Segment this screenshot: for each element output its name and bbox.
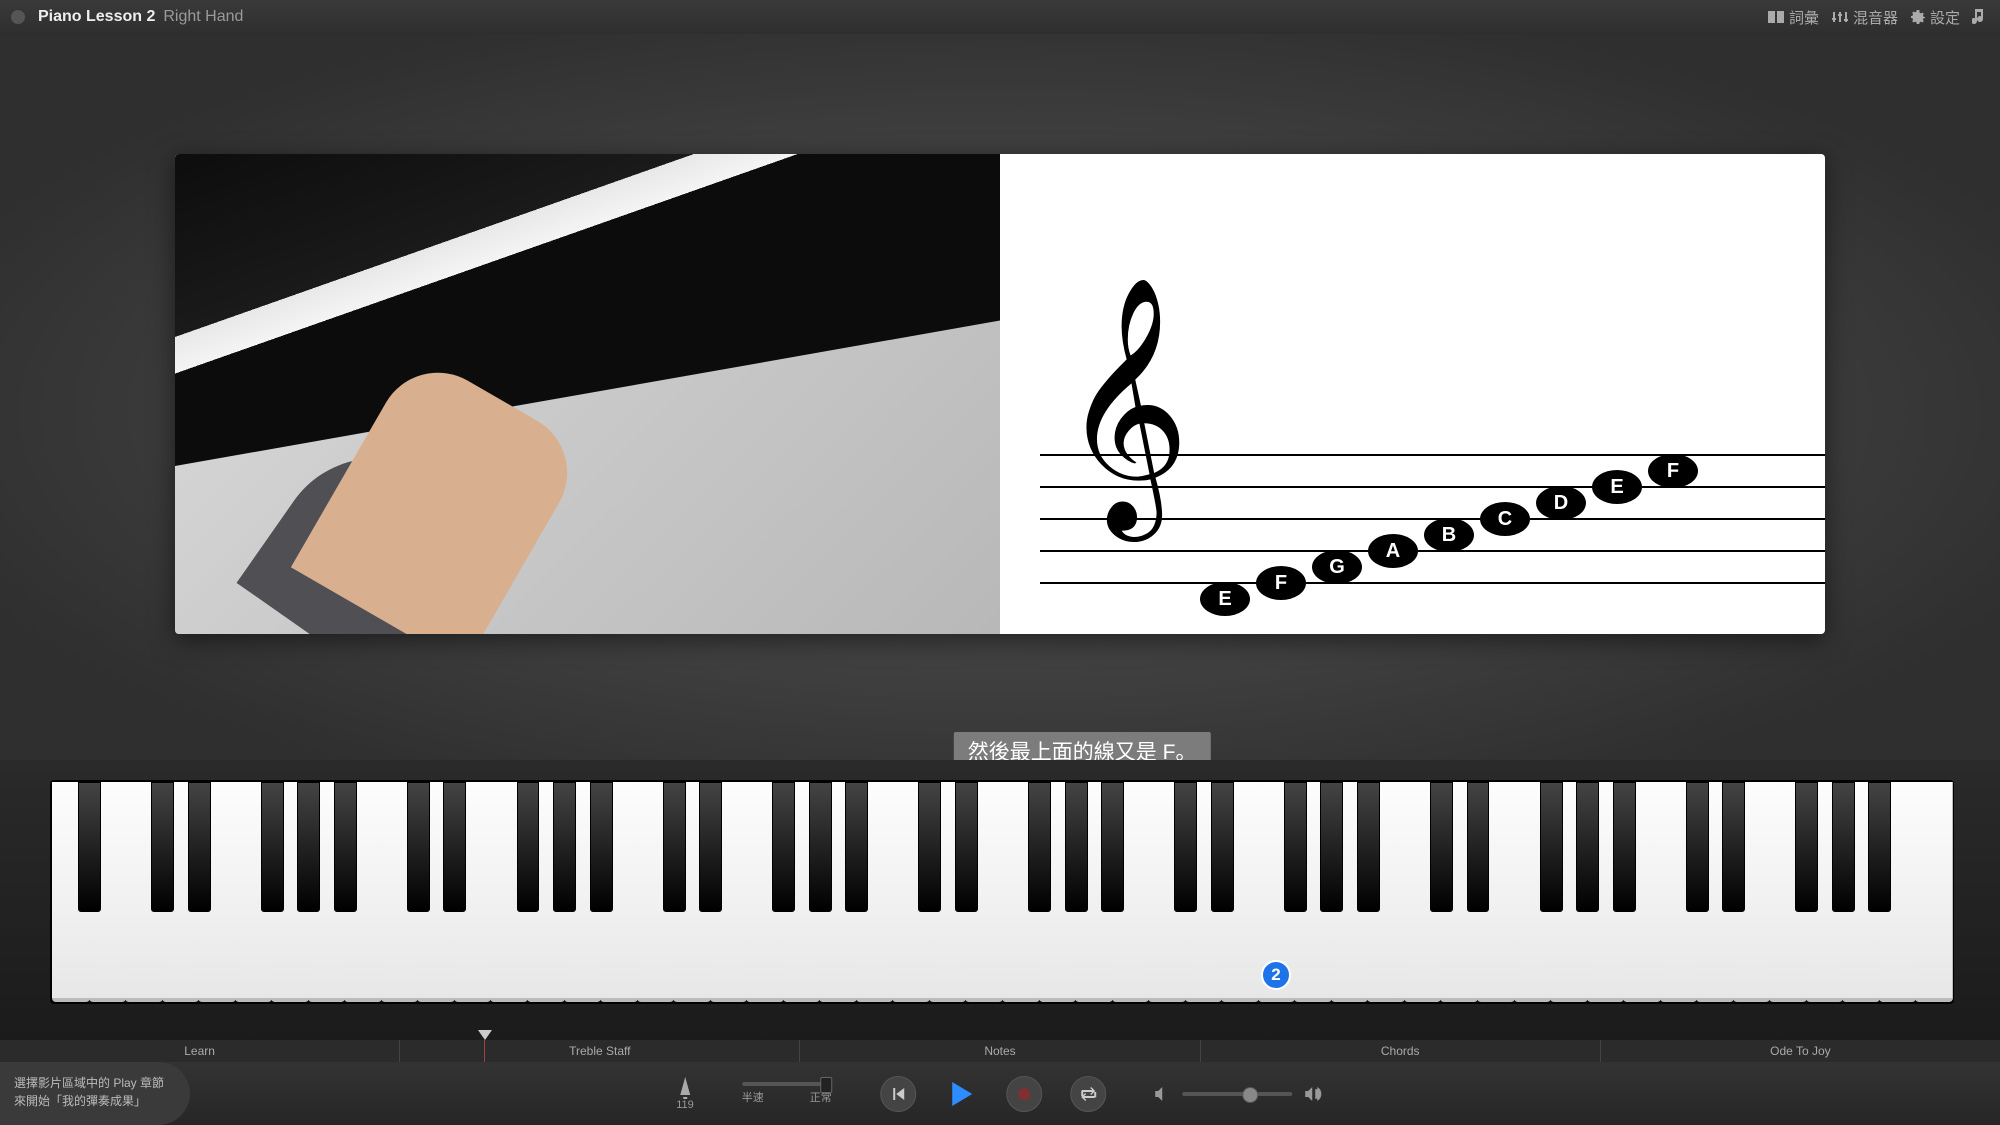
staff-note: G xyxy=(1312,550,1362,584)
book-icon xyxy=(1767,10,1785,24)
transport-controls: 119 半速 正常 xyxy=(676,1076,1324,1112)
black-key[interactable] xyxy=(809,782,832,912)
chapter-segment[interactable]: Notes xyxy=(800,1040,1200,1062)
black-key[interactable] xyxy=(151,782,174,912)
black-key[interactable] xyxy=(1576,782,1599,912)
black-key[interactable] xyxy=(955,782,978,912)
chapter-segment[interactable]: Learn xyxy=(0,1040,400,1062)
settings-label: 設定 xyxy=(1930,7,1960,28)
metronome-button[interactable]: 119 xyxy=(676,1077,694,1111)
tempo-slider[interactable] xyxy=(742,1082,832,1086)
hint-line-2: 來開始「我的彈奏成果」 xyxy=(14,1092,176,1110)
staff-note: F xyxy=(1648,454,1698,488)
black-key[interactable] xyxy=(1868,782,1891,912)
volume-low-icon xyxy=(1154,1087,1170,1101)
mixer-label: 混音器 xyxy=(1853,7,1898,28)
transport-bar: 選擇影片區域中的 Play 章節 來開始「我的彈奏成果」 119 半速 正常 xyxy=(0,1062,2000,1125)
mixer-button[interactable]: 混音器 xyxy=(1831,7,1898,28)
black-key[interactable] xyxy=(1211,782,1234,912)
volume-slider[interactable] xyxy=(1182,1092,1292,1096)
volume-control[interactable] xyxy=(1154,1087,1324,1101)
black-key[interactable] xyxy=(590,782,613,912)
black-key[interactable] xyxy=(1540,782,1563,912)
black-key[interactable] xyxy=(1613,782,1636,912)
finger-number-badge: 2 xyxy=(1261,960,1291,990)
glossary-label: 詞彙 xyxy=(1789,7,1819,28)
black-key[interactable] xyxy=(1686,782,1709,912)
chapter-timeline[interactable]: LearnTreble StaffNotesChordsOde To Joy xyxy=(0,1040,2000,1062)
black-key[interactable] xyxy=(1320,782,1343,912)
black-key[interactable] xyxy=(918,782,941,912)
sliders-icon xyxy=(1831,10,1849,24)
black-key[interactable] xyxy=(1795,782,1818,912)
hint-line-1: 選擇影片區域中的 Play 章節 xyxy=(14,1074,176,1092)
volume-high-icon xyxy=(1304,1087,1324,1101)
instructor-video[interactable] xyxy=(175,154,1000,634)
black-key[interactable] xyxy=(407,782,430,912)
staff-note: C xyxy=(1480,502,1530,536)
note-icon xyxy=(1972,9,1986,25)
black-key[interactable] xyxy=(1467,782,1490,912)
black-key[interactable] xyxy=(443,782,466,912)
music-note-icon[interactable] xyxy=(1972,9,1990,25)
play-button[interactable] xyxy=(944,1077,978,1111)
black-key[interactable] xyxy=(78,782,101,912)
lesson-title: Piano Lesson 2 xyxy=(38,8,155,26)
tempo-control[interactable]: 半速 正常 xyxy=(742,1082,832,1105)
chapter-segment[interactable]: Treble Staff xyxy=(400,1040,800,1062)
black-key[interactable] xyxy=(297,782,320,912)
playhead-marker[interactable] xyxy=(484,1040,485,1062)
virtual-keyboard[interactable]: 2 xyxy=(50,780,1954,1004)
hint-bubble: 選擇影片區域中的 Play 章節 來開始「我的彈奏成果」 xyxy=(0,1062,190,1125)
notation-view: 𝄞 EFGABCDEF xyxy=(1000,154,1825,634)
record-button[interactable] xyxy=(1006,1076,1042,1112)
black-key[interactable] xyxy=(699,782,722,912)
play-icon xyxy=(946,1079,976,1109)
chapter-segment[interactable]: Chords xyxy=(1201,1040,1601,1062)
staff-note: A xyxy=(1368,534,1418,568)
white-key[interactable] xyxy=(1915,782,1953,1002)
loop-icon xyxy=(1079,1087,1097,1101)
tempo-half-label: 半速 xyxy=(742,1089,764,1105)
staff-note: D xyxy=(1536,486,1586,520)
lesson-panel: 𝄞 EFGABCDEF xyxy=(175,154,1825,634)
black-key[interactable] xyxy=(334,782,357,912)
staff-note: E xyxy=(1200,582,1250,616)
black-key[interactable] xyxy=(1065,782,1088,912)
bpm-value: 119 xyxy=(676,1099,694,1111)
black-key[interactable] xyxy=(261,782,284,912)
black-key[interactable] xyxy=(1028,782,1051,912)
gear-icon xyxy=(1910,9,1926,25)
black-key[interactable] xyxy=(553,782,576,912)
staff-note: F xyxy=(1256,566,1306,600)
black-key[interactable] xyxy=(1832,782,1855,912)
black-key[interactable] xyxy=(663,782,686,912)
black-key[interactable] xyxy=(517,782,540,912)
title-bar: Piano Lesson 2 Right Hand 詞彙 混音器 設定 xyxy=(0,0,2000,35)
black-key[interactable] xyxy=(1357,782,1380,912)
lesson-stage: 𝄞 EFGABCDEF 然後最上面的線又是 F。 xyxy=(0,34,2000,790)
keyboard-panel: 2 xyxy=(0,760,2000,1040)
metronome-icon xyxy=(677,1077,693,1099)
record-icon xyxy=(1017,1087,1031,1101)
lesson-subtitle: Right Hand xyxy=(163,8,243,26)
chapter-segment[interactable]: Ode To Joy xyxy=(1601,1040,2000,1062)
black-key[interactable] xyxy=(1284,782,1307,912)
black-key[interactable] xyxy=(188,782,211,912)
black-key[interactable] xyxy=(772,782,795,912)
black-key[interactable] xyxy=(1430,782,1453,912)
close-button[interactable] xyxy=(10,9,26,25)
black-key[interactable] xyxy=(1722,782,1745,912)
black-key[interactable] xyxy=(845,782,868,912)
rewind-button[interactable] xyxy=(880,1076,916,1112)
staff-note: E xyxy=(1592,470,1642,504)
black-key[interactable] xyxy=(1174,782,1197,912)
loop-button[interactable] xyxy=(1070,1076,1106,1112)
skip-back-icon xyxy=(890,1086,906,1102)
glossary-button[interactable]: 詞彙 xyxy=(1767,7,1819,28)
black-key[interactable] xyxy=(1101,782,1124,912)
settings-button[interactable]: 設定 xyxy=(1910,7,1960,28)
staff-note: B xyxy=(1424,518,1474,552)
